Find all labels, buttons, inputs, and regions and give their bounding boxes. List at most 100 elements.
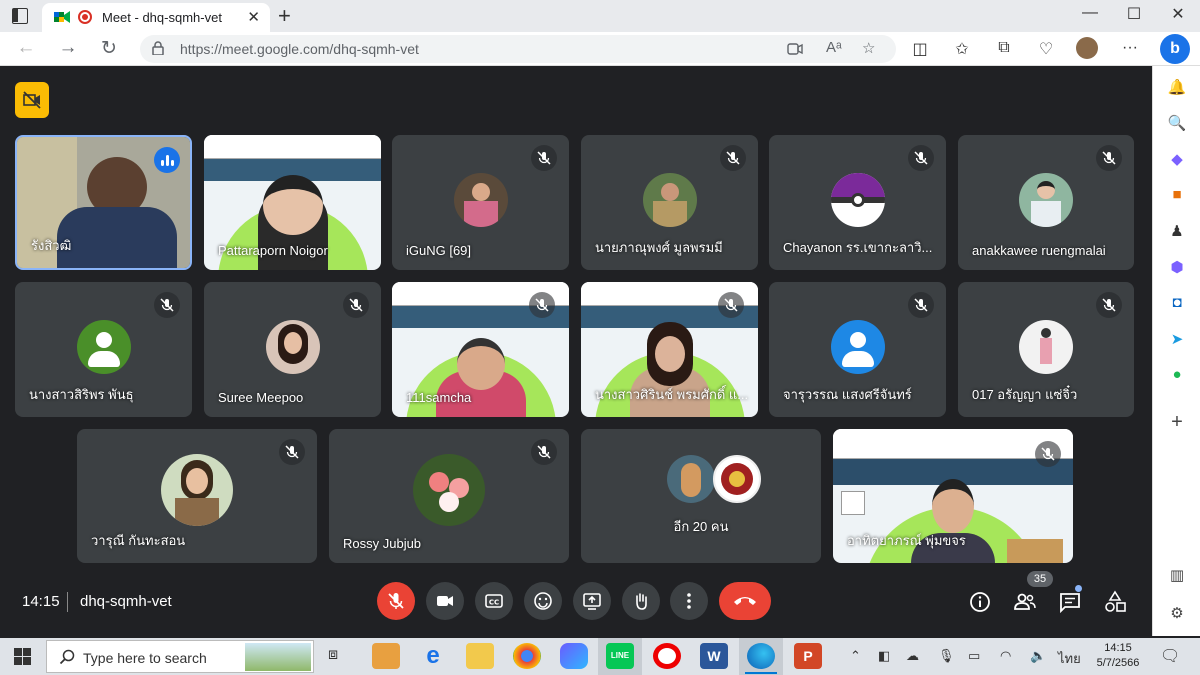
edge-icon[interactable] — [747, 643, 775, 669]
participant-tile[interactable]: 017 อรัญญา แซ่จิ๋ว — [958, 282, 1134, 417]
search-icon[interactable]: 🔍 — [1165, 114, 1189, 136]
participant-tile[interactable]: Suree Meepoo — [204, 282, 381, 417]
bing-copilot-icon[interactable]: b — [1160, 34, 1190, 64]
chrome-icon[interactable] — [513, 643, 541, 669]
spotify-icon[interactable]: ● — [1165, 366, 1189, 388]
profile-avatar[interactable] — [1076, 37, 1098, 59]
tab-meet[interactable]: Meet - dhq-sqmh-vet ✕ — [42, 3, 270, 32]
raise-hand-button[interactable] — [622, 582, 660, 620]
browser-tab-bar: Meet - dhq-sqmh-vet ✕ + — ☐ ✕ — [0, 0, 1200, 32]
no-video-icon — [23, 91, 41, 109]
camera-icon[interactable] — [787, 43, 803, 55]
captions-button[interactable]: CC — [475, 582, 513, 620]
participant-tile[interactable]: anakkawee ruengmalai — [958, 135, 1134, 270]
task-view-icon[interactable]: ⧈ — [328, 646, 338, 664]
word-icon[interactable]: W — [700, 643, 728, 669]
participant-name: จารุวรรณ แสงศรีจันทร์ — [783, 387, 912, 402]
opera-icon[interactable] — [653, 643, 681, 669]
people-icon[interactable] — [1013, 590, 1037, 614]
mic-off-icon — [908, 145, 934, 171]
participant-tile[interactable]: Rossy Jubjub — [329, 429, 569, 563]
close-window-button[interactable]: ✕ — [1156, 4, 1200, 24]
mic-off-icon — [1035, 441, 1061, 467]
tab-close-button[interactable]: ✕ — [247, 8, 260, 26]
show-hidden-icons[interactable]: ⌃ — [850, 648, 861, 664]
more-options-button[interactable] — [670, 582, 708, 620]
telegram-icon[interactable]: ➤ — [1165, 330, 1189, 352]
wifi-icon[interactable]: ◠ — [1000, 648, 1011, 664]
participant-tile[interactable]: นางสาวศิรินช์ พรมศักดิ์ แ... — [581, 282, 758, 417]
taskbar-search-input[interactable]: Type here to search — [46, 640, 314, 673]
leave-call-button[interactable] — [719, 582, 771, 620]
add-sidebar-app-icon[interactable]: + — [1165, 411, 1189, 433]
camera-off-notice[interactable] — [15, 82, 49, 118]
new-tab-button[interactable]: + — [278, 3, 291, 29]
participant-tile[interactable]: นายภาณุพงศ์ มูลพรมมี — [581, 135, 758, 270]
chat-icon[interactable] — [1058, 590, 1082, 614]
microsoft-store-icon[interactable] — [372, 643, 400, 669]
participant-name: นางสาวศิรินช์ พรมศักดิ์ แ... — [595, 387, 749, 402]
outlook-icon[interactable]: ◘ — [1165, 294, 1189, 316]
meet-tray-icon[interactable]: ◧ — [878, 648, 890, 664]
favorites-icon[interactable]: ✩ — [950, 39, 974, 59]
tab-actions-icon[interactable] — [12, 8, 28, 24]
participant-avatar — [453, 172, 508, 227]
url-field[interactable]: https://meet.google.com/dhq-sqmh-vet Aᵃ … — [140, 35, 896, 63]
notification-center-icon[interactable]: 🗨 — [1160, 646, 1180, 666]
participant-avatar — [413, 454, 485, 526]
participant-tile[interactable]: นางสาวสิริพร พันธุ — [15, 282, 192, 417]
copilot-icon[interactable] — [560, 643, 588, 669]
line-app-icon[interactable]: LINE — [606, 643, 634, 669]
default-avatar-icon — [830, 319, 885, 374]
onedrive-icon[interactable]: ☁ — [906, 648, 919, 664]
participant-tile[interactable]: จารุวรรณ แสงศรีจันทร์ — [769, 282, 946, 417]
minimize-button[interactable]: — — [1068, 4, 1112, 22]
language-indicator[interactable]: ไทย — [1058, 648, 1081, 669]
hide-sidebar-icon[interactable]: ▥ — [1165, 566, 1189, 588]
meeting-info-icon[interactable] — [968, 590, 992, 614]
microphone-tray-icon[interactable]: 🎙 — [938, 648, 955, 664]
present-screen-button[interactable] — [573, 582, 611, 620]
microphone-toggle-button[interactable] — [377, 582, 415, 620]
notification-bell-icon[interactable]: 🔔 — [1165, 78, 1189, 100]
internet-explorer-icon[interactable]: e — [419, 643, 447, 669]
participant-tile[interactable]: วารุณี กันทะสอน — [77, 429, 317, 563]
mic-off-icon — [279, 439, 305, 465]
forward-icon[interactable]: → — [54, 37, 82, 59]
participant-tile[interactable]: อาทิตยาภรณ์ พุ่มขจร — [833, 429, 1073, 563]
participant-tile[interactable]: Chayanon รร.เขากะลาวิ... — [769, 135, 946, 270]
games-icon[interactable]: ♟ — [1165, 222, 1189, 244]
participant-name: วารุณี กันทะสอน — [91, 533, 186, 548]
file-explorer-icon[interactable] — [466, 643, 494, 669]
collections-icon[interactable]: ⧉ — [992, 39, 1016, 57]
shopping-tag-icon[interactable]: ◆ — [1165, 150, 1189, 172]
favorite-star-icon[interactable]: ☆ — [862, 39, 875, 57]
participant-tile[interactable]: Pattaraporn Noigor — [204, 135, 381, 270]
more-menu-icon[interactable]: ··· — [1118, 39, 1142, 57]
volume-icon[interactable]: 🔈 — [1030, 648, 1046, 664]
camera-toggle-button[interactable] — [426, 582, 464, 620]
mic-off-icon — [1096, 292, 1122, 318]
browser-essentials-icon[interactable]: ♡ — [1034, 39, 1058, 59]
captions-icon: CC — [485, 594, 503, 608]
read-aloud-icon[interactable]: Aᵃ — [826, 39, 842, 56]
tools-icon[interactable]: ■ — [1165, 186, 1189, 208]
participant-tile[interactable]: รังสิวฒิ — [15, 135, 192, 270]
microsoft-365-icon[interactable]: ⬢ — [1165, 258, 1189, 280]
battery-icon[interactable]: ▭ — [968, 648, 980, 664]
split-screen-icon[interactable]: ◫ — [908, 39, 932, 59]
windows-start-icon[interactable] — [14, 648, 31, 665]
mic-off-icon — [343, 292, 369, 318]
activities-icon[interactable] — [1103, 590, 1127, 614]
refresh-icon[interactable]: ↻ — [95, 37, 123, 60]
others-tile[interactable]: อีก 20 คน — [581, 429, 821, 563]
sidebar-settings-icon[interactable]: ⚙ — [1165, 604, 1189, 626]
participant-tile[interactable]: iGuNG [69] — [392, 135, 569, 270]
participant-avatar — [161, 454, 233, 526]
emoji-reactions-button[interactable] — [524, 582, 562, 620]
powerpoint-icon[interactable]: P — [794, 643, 822, 669]
back-icon[interactable]: ← — [12, 37, 40, 59]
taskbar-clock[interactable]: 14:15 5/7/2566 — [1092, 641, 1144, 671]
maximize-button[interactable]: ☐ — [1112, 4, 1156, 24]
participant-tile[interactable]: 111samcha — [392, 282, 569, 417]
